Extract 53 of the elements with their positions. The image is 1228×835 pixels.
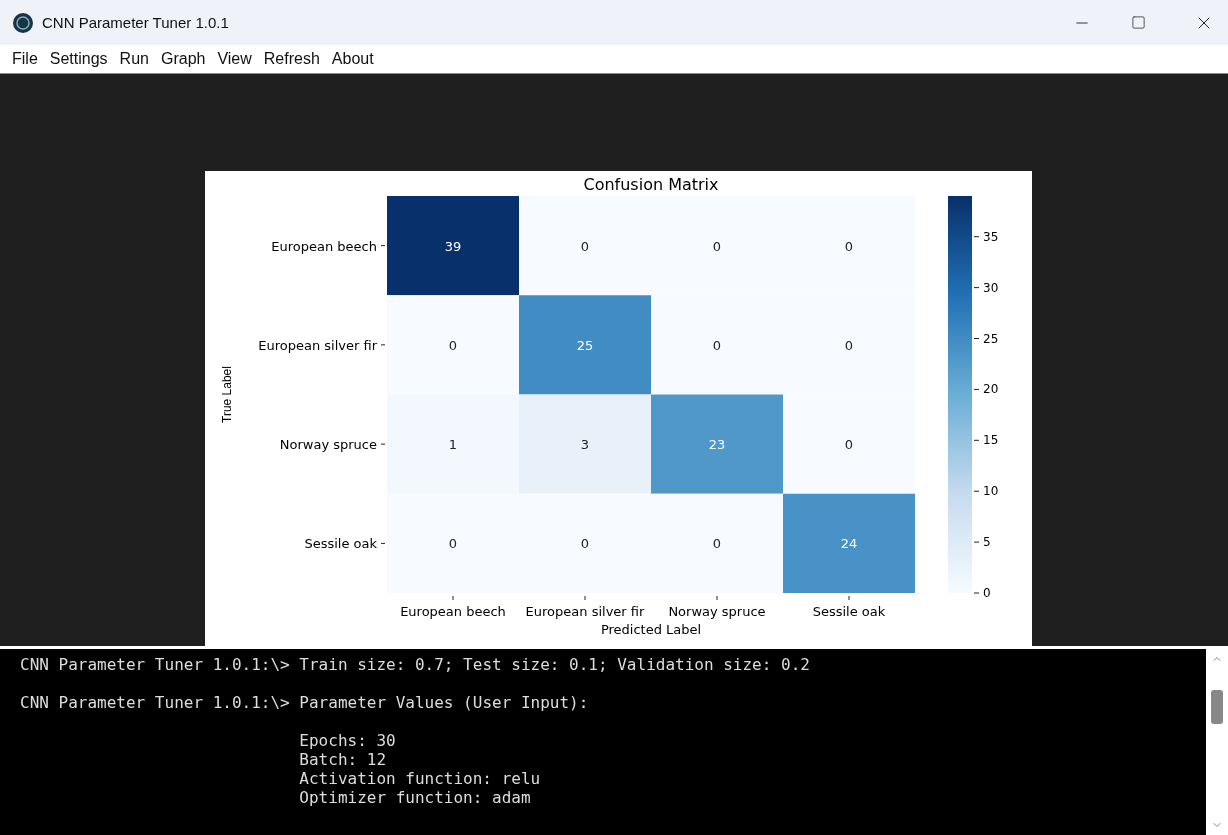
maximize-icon[interactable]	[1130, 15, 1146, 30]
column-label: European silver fir	[525, 604, 645, 619]
cell-value: 39	[444, 238, 462, 254]
scrollbar-thumb[interactable]	[1211, 690, 1223, 724]
cell-value: 3	[580, 437, 590, 453]
scrollbar[interactable]	[1206, 649, 1228, 835]
row-label: European beech	[271, 238, 377, 254]
cell-value: 0	[580, 238, 590, 254]
cell-value: 0	[844, 238, 854, 254]
cell-value: 25	[576, 337, 594, 353]
menu-item[interactable]: Refresh	[257, 50, 326, 68]
scale-tick-label: 35	[983, 229, 999, 244]
scale-tick-label: 5	[983, 535, 991, 550]
chart-title: Confusion Matrix	[583, 175, 719, 194]
column-label: Norway spruce	[668, 604, 766, 619]
scale-tick-label: 10	[983, 484, 999, 499]
cell-value: 0	[712, 536, 722, 552]
console-line: CNN Parameter Tuner 1.0.1:\> Parameter Values (User Input):	[20, 693, 590, 712]
console-line: Optimizer function: adam	[298, 788, 532, 807]
cell-value: 0	[712, 337, 722, 353]
cell-value: 24	[840, 536, 858, 552]
cell-value: 1	[448, 437, 458, 453]
scale-tick-label: 25	[983, 331, 999, 346]
console-line: Activation function: relu	[298, 769, 542, 788]
window-title: CNN Parameter Tuner 1.0.1	[42, 14, 230, 31]
y-axis-label: True Label	[220, 366, 234, 423]
cell-value: 0	[844, 337, 854, 353]
menu-item[interactable]: About	[325, 50, 380, 68]
scale-tick-label: 0	[983, 586, 991, 600]
console-line: Batch: 12	[298, 750, 388, 769]
scale-tick-label: 15	[983, 433, 999, 448]
app-logo-icon	[12, 11, 34, 34]
row-label: Sessile oak	[304, 536, 377, 552]
row-label: Norway spruce	[279, 437, 377, 453]
cell-value: 0	[448, 536, 458, 552]
column-label: Sessile oak	[812, 604, 886, 619]
menu-item[interactable]: Run	[113, 50, 155, 68]
cell-value: 0	[844, 437, 854, 453]
cell-value: 0	[448, 337, 458, 353]
column-label: European beech	[400, 604, 506, 619]
cell-value: 0	[580, 536, 590, 552]
cell-value: 23	[708, 437, 726, 453]
console-line: Epochs: 30	[298, 731, 397, 750]
x-axis-label: Predicted Label	[600, 622, 702, 637]
menu-item[interactable]: Graph	[154, 50, 212, 68]
menu-item[interactable]: File	[6, 50, 44, 68]
cell-value: 0	[712, 238, 722, 254]
menu-item[interactable]: View	[211, 50, 258, 68]
scale-tick-label: 20	[983, 382, 999, 397]
row-label: European silver fir	[258, 337, 377, 353]
console-line: CNN Parameter Tuner 1.0.1:\> Train size: 0.7; Test size: 0.1; Validation size: 0.2	[20, 655, 811, 674]
scale-tick-label: 30	[983, 280, 999, 295]
menu-item[interactable]: Settings	[43, 50, 114, 68]
